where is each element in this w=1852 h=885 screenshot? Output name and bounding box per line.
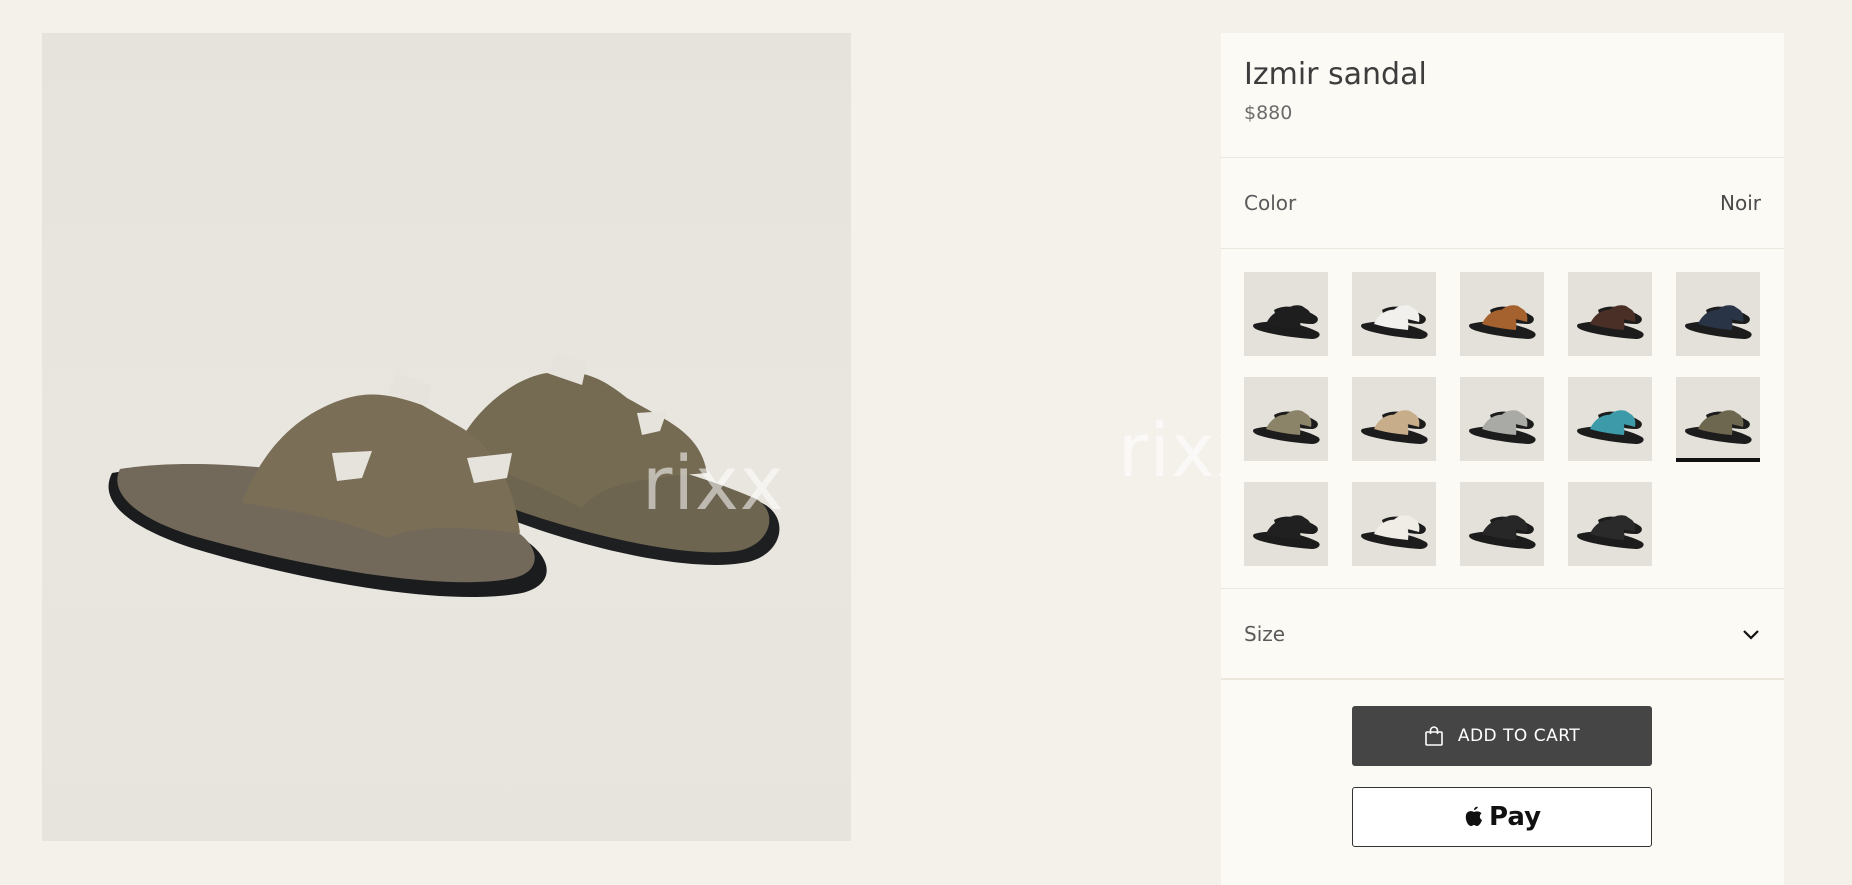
swatch-sandal-image	[1361, 305, 1428, 339]
color-swatch-black-orange[interactable]	[1568, 482, 1652, 566]
color-swatch-tan[interactable]	[1460, 272, 1544, 356]
swatch-sandal-image	[1685, 410, 1752, 444]
selected-color-value: Noir	[1720, 191, 1761, 215]
swatch-sandal-image	[1469, 410, 1536, 444]
color-row: Color Noir	[1221, 158, 1784, 249]
product-header: Izmir sandal $880	[1221, 33, 1784, 158]
product-hero-image: rixx	[42, 33, 851, 841]
swatch-sandal-image	[1577, 305, 1644, 339]
color-swatch-black-2[interactable]	[1244, 482, 1328, 566]
apple-pay-button[interactable]: Pay	[1352, 787, 1652, 847]
size-label: Size	[1244, 621, 1286, 646]
purchase-actions: ADD TO CART Pay	[1221, 680, 1784, 880]
color-swatch-white-tan[interactable]	[1352, 482, 1436, 566]
product-title: Izmir sandal	[1244, 57, 1427, 92]
swatch-sandal-image	[1253, 410, 1320, 444]
swatch-sandal-image	[1577, 515, 1644, 549]
color-swatch-turquoise[interactable]	[1568, 377, 1652, 461]
color-swatch-olive[interactable]	[1676, 377, 1760, 462]
color-swatch-white[interactable]	[1352, 272, 1436, 356]
swatch-sandal-image	[1253, 305, 1320, 339]
color-swatch-brown[interactable]	[1568, 272, 1652, 356]
size-selector[interactable]: Size	[1221, 589, 1784, 680]
product-panel: Izmir sandal $880 Color Noir Size ADD TO…	[1221, 33, 1784, 885]
watermark: rixx	[642, 441, 785, 527]
swatch-sandal-image	[1469, 515, 1536, 549]
color-swatch-beige[interactable]	[1352, 377, 1436, 461]
add-to-cart-button[interactable]: ADD TO CART	[1352, 706, 1652, 766]
color-swatch-black[interactable]	[1244, 272, 1328, 356]
sandal-illustration	[108, 353, 780, 597]
color-swatch-grid	[1221, 249, 1784, 589]
color-swatch-navy[interactable]	[1676, 272, 1760, 356]
color-label: Color	[1244, 191, 1297, 215]
swatch-sandal-image	[1361, 515, 1428, 549]
chevron-down-icon[interactable]	[1741, 624, 1761, 644]
swatch-sandal-image	[1577, 410, 1644, 444]
product-price: $880	[1244, 102, 1293, 124]
swatch-sandal-image	[1469, 305, 1536, 339]
swatch-sandal-image	[1361, 410, 1428, 444]
swatch-sandal-image	[1253, 515, 1320, 549]
apple-pay-label: Pay	[1488, 802, 1542, 832]
color-swatch-khaki[interactable]	[1244, 377, 1328, 461]
swatch-sandal-image	[1685, 305, 1752, 339]
bag-icon	[1425, 726, 1443, 746]
color-swatch-black-3[interactable]	[1460, 482, 1544, 566]
apple-icon	[1465, 806, 1482, 826]
add-to-cart-label: ADD TO CART	[1457, 726, 1581, 746]
color-swatch-grey[interactable]	[1460, 377, 1544, 461]
